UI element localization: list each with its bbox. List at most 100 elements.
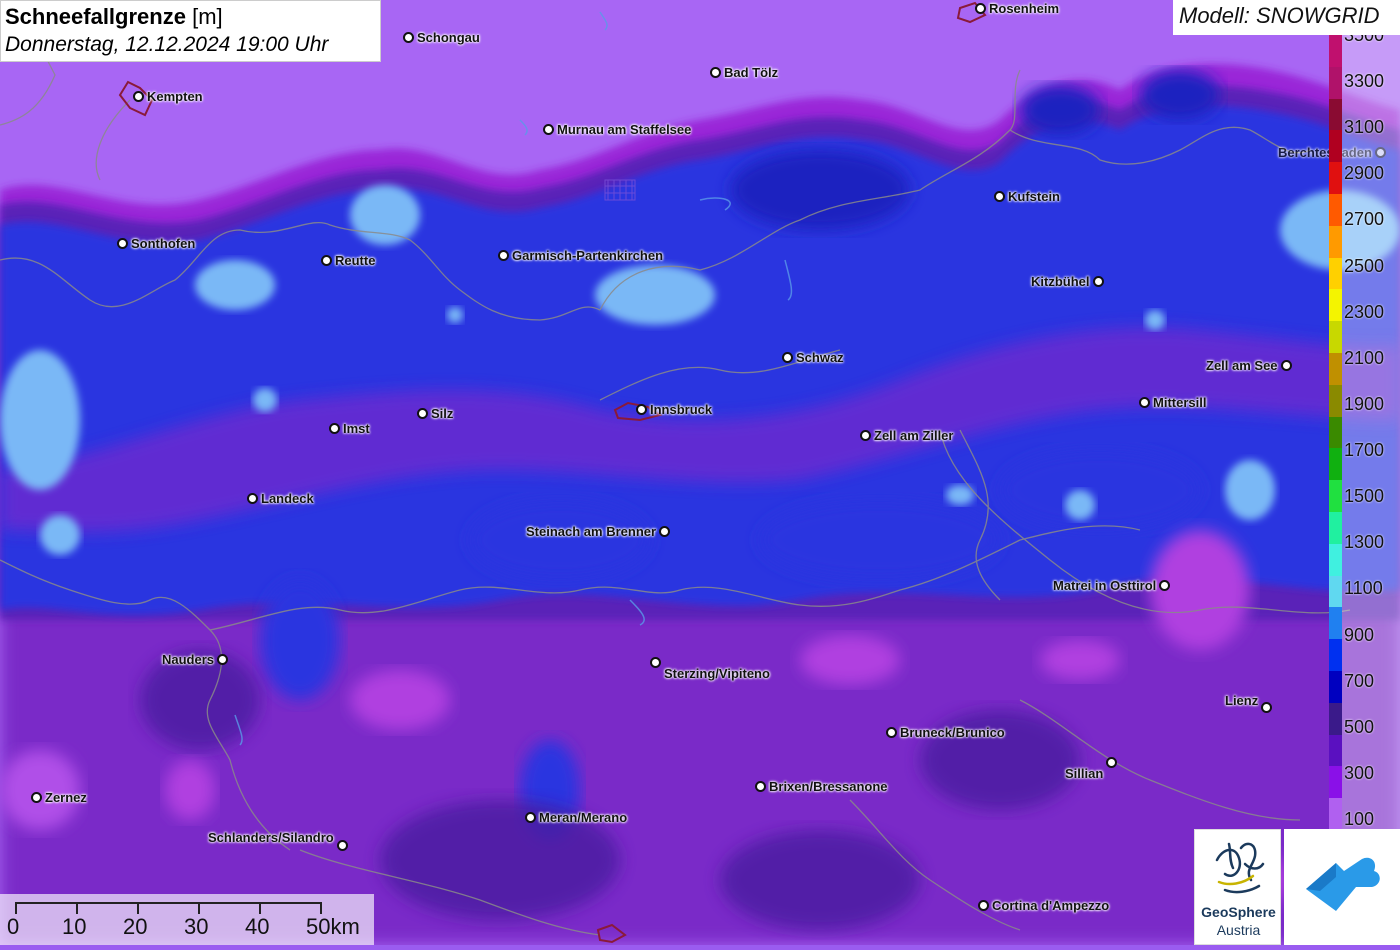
city-marker[interactable]: Kempten — [133, 89, 203, 104]
legend-color-step — [1329, 130, 1342, 163]
scale-tick — [320, 902, 322, 914]
legend-color-step — [1329, 162, 1342, 195]
city-dot-icon — [860, 430, 871, 441]
city-dot-icon — [417, 408, 428, 419]
city-marker[interactable]: Brixen/Bressanone — [755, 779, 888, 794]
city-label: Sonthofen — [131, 236, 196, 251]
city-label: Zell am Ziller — [874, 428, 954, 443]
city-label: Sillian — [1065, 766, 1104, 781]
city-label: Meran/Merano — [539, 810, 628, 825]
legend-label: 2700 — [1344, 209, 1385, 230]
city-marker[interactable]: Steinach am Brenner — [526, 524, 671, 539]
city-label: Kempten — [147, 89, 203, 104]
city-dot-icon — [329, 423, 340, 434]
city-marker[interactable]: Silz — [417, 406, 453, 421]
legend-color-step — [1329, 257, 1342, 290]
legend-color-step — [1329, 66, 1342, 100]
legend-color-step — [1329, 575, 1342, 608]
city-dot-icon — [31, 792, 42, 803]
legend-label: 100 — [1344, 809, 1375, 829]
legend-color-step — [1329, 35, 1342, 68]
legend-color-step — [1329, 416, 1342, 449]
city-dot-icon — [217, 654, 229, 665]
city-label: Kufstein — [1008, 189, 1060, 204]
map-title: Schneefallgrenze [m] — [5, 3, 376, 31]
city-label: Brixen/Bressanone — [769, 779, 888, 794]
city-marker[interactable]: Schlanders/Silandro — [208, 830, 348, 851]
legend-color-step — [1329, 225, 1342, 259]
city-dot-icon — [1092, 276, 1104, 287]
legend-label: 2500 — [1344, 255, 1385, 276]
city-marker[interactable]: Meran/Merano — [525, 810, 627, 825]
legend-color-step — [1329, 639, 1342, 672]
legend-label: 1700 — [1344, 440, 1385, 461]
geosphere-logo-text: GeoSphere — [1201, 904, 1276, 920]
city-label: Lienz — [1225, 693, 1259, 708]
city-marker[interactable]: Imst — [329, 421, 370, 436]
city-marker[interactable]: Reutte — [321, 253, 375, 268]
city-marker[interactable]: Zernez — [31, 790, 87, 805]
city-marker[interactable]: Kufstein — [994, 189, 1060, 204]
city-label: Cortina d'Ampezzo — [992, 898, 1110, 913]
city-label: Garmisch-Partenkirchen — [512, 248, 664, 263]
legend-label: 3300 — [1344, 71, 1385, 92]
city-marker[interactable]: Cortina d'Ampezzo — [978, 898, 1109, 913]
scale-tick — [15, 902, 17, 914]
scale-label: 20 — [123, 914, 148, 939]
city-dot-icon — [1106, 757, 1118, 768]
city-dot-icon — [1139, 397, 1150, 408]
city-dot-icon — [1159, 580, 1171, 591]
scale-label: 50km — [306, 914, 360, 939]
scale-tick — [259, 902, 261, 914]
map-title-box: Schneefallgrenze [m] Donnerstag, 12.12.2… — [0, 0, 381, 62]
city-marker[interactable]: Bruneck/Brunico — [886, 725, 1005, 740]
legend-color-step — [1329, 607, 1342, 640]
city-label: Imst — [343, 421, 370, 436]
city-marker[interactable]: Sillian — [1065, 757, 1118, 781]
city-marker[interactable]: Landeck — [247, 491, 314, 506]
legend-label: 1100 — [1344, 578, 1383, 599]
city-marker[interactable]: Nauders — [162, 652, 229, 667]
city-label: Kitzbühel — [1031, 274, 1090, 289]
city-marker[interactable]: Mittersill — [1139, 395, 1206, 410]
city-marker[interactable]: Kitzbühel — [1031, 274, 1104, 289]
city-label: Schongau — [417, 30, 480, 45]
geosphere-logo[interactable]: GeoSphere Austria — [1194, 829, 1281, 945]
city-marker[interactable]: Murnau am Staffelsee — [543, 122, 691, 137]
legend-color-step — [1329, 480, 1342, 513]
scale-label: 40 — [245, 914, 270, 939]
city-marker[interactable]: Rosenheim — [975, 1, 1059, 16]
map-datetime: Donnerstag, 12.12.2024 19:00 Uhr — [5, 33, 329, 56]
legend-color-step — [1329, 321, 1342, 354]
city-marker[interactable]: Zell am Ziller — [860, 428, 953, 443]
title-unit: [m] — [192, 4, 223, 29]
weather-app-logo[interactable] — [1284, 829, 1400, 945]
city-marker[interactable]: Lienz — [1225, 693, 1273, 713]
legend-label: 2300 — [1344, 301, 1385, 322]
scale-tick — [76, 902, 78, 914]
scale-tick — [137, 902, 139, 914]
snowfall-line-map[interactable] — [0, 0, 1400, 945]
city-dot-icon — [994, 191, 1005, 202]
city-dot-icon — [117, 238, 128, 249]
legend-label: 700 — [1344, 670, 1375, 691]
city-dot-icon — [782, 352, 793, 363]
city-marker[interactable]: Innsbruck — [636, 402, 712, 417]
color-legend-bar — [1329, 35, 1342, 831]
cloud-arrow-icon — [1306, 857, 1380, 911]
city-dot-icon — [321, 255, 332, 266]
city-dot-icon — [650, 657, 661, 668]
geosphere-swirl-icon — [1215, 842, 1265, 894]
city-marker[interactable]: Schwaz — [782, 350, 844, 365]
scale-label: 30 — [184, 914, 209, 939]
city-marker[interactable]: Zell am See — [1206, 358, 1292, 373]
city-marker[interactable]: Garmisch-Partenkirchen — [498, 248, 663, 263]
city-marker[interactable]: Sterzing/Vipiteno — [650, 657, 770, 681]
city-marker[interactable]: Bad Tölz — [710, 65, 778, 80]
city-marker[interactable]: Schongau — [403, 30, 480, 45]
city-marker[interactable]: Matrei in Osttirol — [1053, 578, 1171, 593]
city-dot-icon — [336, 840, 348, 851]
city-marker[interactable]: Sonthofen — [117, 236, 195, 251]
city-dot-icon — [247, 493, 258, 504]
city-label: Murnau am Staffelsee — [557, 122, 692, 137]
